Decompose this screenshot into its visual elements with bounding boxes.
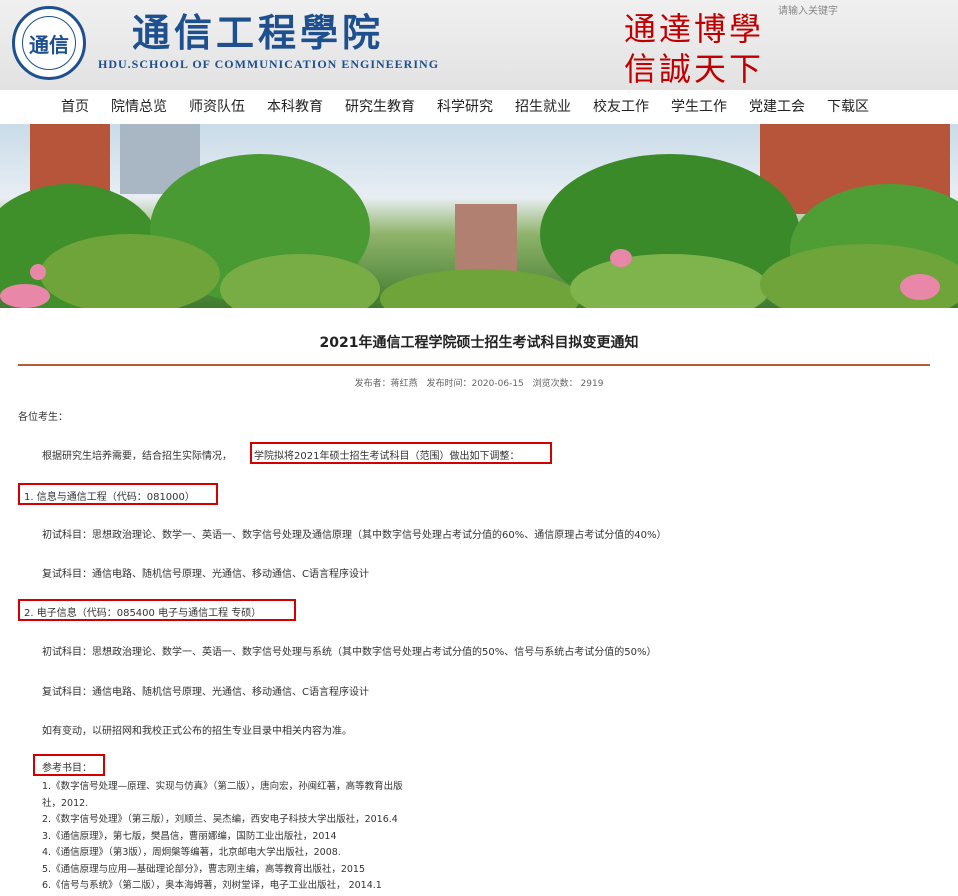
reference-list: 1.《数字信号处理—原理、实现与仿真》（第二版），唐向宏，孙闽红著，高等教育出版… [42, 779, 403, 895]
article-meta: 发布者：蒋红燕 发布时间：2020-06-15 浏览次数： 2919 [18, 376, 940, 389]
section-2-second-exam: 复试科目：通信电路、随机信号原理、光通信、移动通信、C语言程序设计 [42, 687, 369, 698]
note-text: 如有变动，以研招网和我校正式公布的招生专业目录中相关内容为准。 [42, 726, 352, 737]
lotus-leaf-1 [40, 234, 220, 308]
meta-time: 发布时间：2020-06-15 [426, 379, 524, 389]
reference-item: 2.《数字信号处理》（第三版），刘顺兰、吴杰编，西安电子科技大学出版社，2016… [42, 814, 398, 825]
reference-item: 3.《通信原理》，第七版，樊昌信，曹丽娜编，国防工业出版社，2014 [42, 830, 337, 842]
building-center [455, 204, 517, 274]
greeting: 各位考生： [18, 412, 68, 423]
nav-item-10[interactable]: 下载区 [816, 90, 880, 124]
site-title: 通信工程學院 [132, 10, 385, 55]
nav-item-3[interactable]: 本科教育 [256, 90, 334, 124]
nav-item-7[interactable]: 校友工作 [582, 90, 660, 124]
lotus-flower-3 [900, 274, 940, 300]
reference-item: 社，2012. [42, 797, 89, 809]
nav-item-9[interactable]: 党建工会 [738, 90, 816, 124]
nav-item-2[interactable]: 师资队伍 [178, 90, 256, 124]
nav-item-4[interactable]: 研究生教育 [334, 90, 426, 124]
banner-image [0, 124, 958, 308]
lotus-leaf-3 [380, 269, 580, 308]
references-heading: 参考书目： [42, 763, 92, 774]
article-title: 2021年通信工程学院硕士招生考试科目拟变更通知 [319, 335, 639, 351]
motto-line-2: 信誠天下 [624, 50, 765, 88]
article-content: 2021年通信工程学院硕士招生考试科目拟变更通知 发布者：蒋红燕 发布时间：20… [0, 332, 958, 389]
section-1-heading: 1. 信息与通信工程（代码：081000） [24, 492, 195, 503]
nav-item-8[interactable]: 学生工作 [660, 90, 738, 124]
reference-item: 1.《数字信号处理—原理、实现与仿真》（第二版），唐向宏，孙闽红著，高等教育出版 [42, 781, 403, 792]
search-input[interactable]: 请输入关键字 [772, 4, 922, 20]
meta-publisher: 发布者：蒋红燕 [354, 379, 418, 389]
lotus-flower-1 [30, 264, 46, 280]
nav-item-5[interactable]: 科学研究 [426, 90, 504, 124]
title-divider [18, 364, 930, 366]
lotus-flower-4 [0, 284, 50, 308]
reference-item: 5.《通信原理与应用—基础理论部分》，曹志刚主编，高等教育出版社，2015 [42, 863, 365, 875]
reference-item: 4.《通信原理》（第3版），周炯槃等编著，北京邮电大学出版社，2008. [42, 847, 341, 858]
school-logo[interactable]: 通信 [12, 6, 86, 80]
lotus-flower-2 [610, 249, 632, 267]
logo-emblem: 通信 [22, 16, 76, 70]
site-subtitle: HDU.SCHOOL OF COMMUNICATION ENGINEERING [98, 57, 440, 71]
site-header: 通信 通信工程學院 HDU.SCHOOL OF COMMUNICATION EN… [0, 0, 958, 90]
nav-item-1[interactable]: 院情总览 [100, 90, 178, 124]
section-2-heading: 2. 电子信息（代码：085400 电子与通信工程 专硕） [24, 608, 262, 619]
section-1-second-exam: 复试科目：通信电路、随机信号原理、光通信、移动通信、C语言程序设计 [42, 569, 369, 580]
section-1-first-exam: 初试科目：思想政治理论、数学一、英语一、数字信号处理及通信原理（其中数字信号处理… [42, 530, 667, 541]
intro-highlight: 学院拟将2021年硕士招生考试科目（范围）做出如下调整： [254, 451, 520, 462]
nav-item-6[interactable]: 招生就业 [504, 90, 582, 124]
reference-item: 6.《信号与系统》（第二版），奥本海姆著，刘树堂译，电子工业出版社， 2014.… [42, 880, 382, 891]
section-2-first-exam: 初试科目：思想政治理论、数学一、英语一、数字信号处理与系统（其中数字信号处理占考… [42, 647, 657, 658]
main-nav: 首页 院情总览 师资队伍 本科教育 研究生教育 科学研究 招生就业 校友工作 学生工作 党建工会下… [0, 90, 958, 124]
intro-text: 根据研究生培养需要，结合招生实际情况， [42, 451, 232, 462]
meta-views: 浏览次数： 2919 [532, 379, 604, 389]
nav-item-0[interactable]: 首页 [50, 90, 100, 124]
